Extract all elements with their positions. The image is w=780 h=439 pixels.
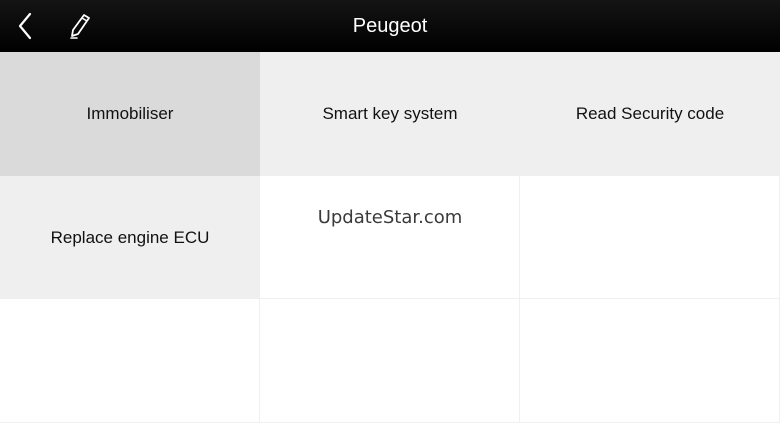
back-button[interactable] [8,8,42,44]
empty-cell [260,176,520,299]
empty-cell [0,299,260,423]
menu-item-immobiliser[interactable]: Immobiliser [0,52,260,176]
edit-button[interactable] [62,8,98,44]
menu-item-label: Replace engine ECU [50,227,210,247]
menu-item-read-security-code[interactable]: Read Security code [520,52,780,176]
empty-cell [260,299,520,423]
empty-cell [520,176,780,299]
menu-item-label: Read Security code [575,104,725,123]
watermark-text: UpdateStar.com [317,207,463,228]
menu-item-label: Smart key system [322,104,458,123]
back-chevron-icon [18,12,32,40]
menu-item-smart-key-system[interactable]: Smart key system [260,52,520,176]
menu-item-replace-engine-ecu[interactable]: Replace engine ECU [0,176,260,299]
top-bar: Peugeot [0,0,780,52]
function-grid: Immobiliser Smart key system Read Securi… [0,52,780,439]
empty-cell [520,299,780,423]
menu-item-label: Immobiliser [86,104,174,123]
page-title: Peugeot [352,15,428,37]
pencil-icon [70,14,90,39]
